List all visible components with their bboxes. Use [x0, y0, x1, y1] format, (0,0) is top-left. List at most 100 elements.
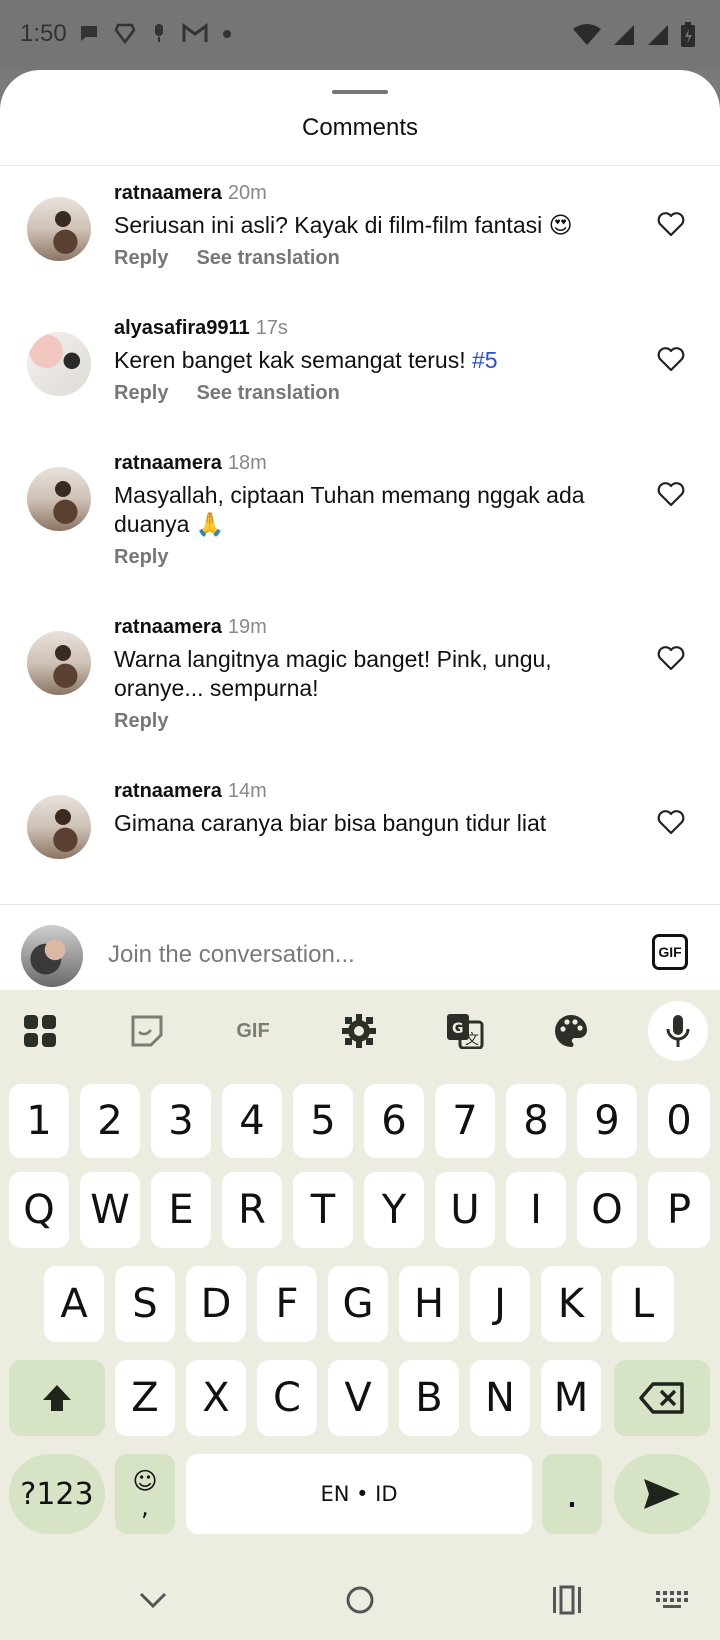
comment-actions: Reply [114, 710, 168, 733]
like-heart-icon[interactable] [656, 479, 686, 509]
shift-arrow-icon [43, 1385, 71, 1411]
key-x[interactable]: X [186, 1360, 246, 1436]
key-h[interactable]: H [399, 1266, 459, 1342]
key-b[interactable]: B [399, 1360, 459, 1436]
like-heart-icon[interactable] [656, 344, 686, 374]
key-f[interactable]: F [257, 1266, 317, 1342]
drag-handle[interactable] [332, 90, 388, 94]
key-g[interactable]: G [328, 1266, 388, 1342]
chat-bubble-icon [78, 22, 100, 50]
key-d[interactable]: D [186, 1266, 246, 1342]
avatar[interactable] [27, 795, 91, 859]
send-key[interactable] [614, 1454, 710, 1534]
key-a[interactable]: A [44, 1266, 104, 1342]
like-heart-icon[interactable] [656, 643, 686, 673]
shift-key[interactable] [9, 1360, 105, 1436]
username-text[interactable]: ratnaamera [114, 452, 222, 474]
gif-keyboard-button[interactable]: GIF [226, 1004, 280, 1058]
mic-icon[interactable] [648, 1001, 708, 1061]
wifi-icon [572, 23, 602, 52]
key-z[interactable]: Z [115, 1360, 175, 1436]
svg-text:G: G [452, 1021, 464, 1037]
comments-list[interactable]: ratnaamera 20m Seriusan ini asli? Kayak d… [0, 166, 720, 904]
comment-username[interactable]: alyasafira9911 17s [114, 317, 288, 340]
avatar[interactable] [27, 197, 91, 261]
key-j[interactable]: J [470, 1266, 530, 1342]
key-m[interactable]: M [541, 1360, 601, 1436]
key-5[interactable]: 5 [293, 1084, 353, 1158]
key-2[interactable]: 2 [80, 1084, 140, 1158]
key-c[interactable]: C [257, 1360, 317, 1436]
reply-button[interactable]: Reply [114, 546, 168, 569]
see-translation-button[interactable]: See translation [196, 382, 339, 405]
reply-button[interactable]: Reply [114, 382, 168, 405]
home-circle-icon[interactable] [340, 1580, 380, 1620]
key-n[interactable]: N [470, 1360, 530, 1436]
comment-text: Masyallah, ciptaan Tuhan memang nggak ad… [114, 482, 585, 537]
key-e[interactable]: E [151, 1172, 211, 1248]
comment-username[interactable]: ratnaamera 14m [114, 780, 267, 803]
comment-username[interactable]: ratnaamera 19m [114, 616, 267, 639]
reply-button[interactable]: Reply [114, 247, 168, 270]
key-9[interactable]: 9 [577, 1084, 637, 1158]
period-key[interactable]: . [542, 1454, 602, 1534]
like-heart-icon[interactable] [656, 807, 686, 837]
signal-icon [646, 23, 670, 52]
key-o[interactable]: O [577, 1172, 637, 1248]
recents-icon[interactable] [547, 1580, 587, 1620]
see-translation-button[interactable]: See translation [196, 247, 339, 270]
key-3[interactable]: 3 [151, 1084, 211, 1158]
theme-palette-icon[interactable] [544, 1004, 598, 1058]
username-text[interactable]: alyasafira9911 [114, 317, 250, 339]
avatar[interactable] [27, 467, 91, 531]
emoji-comma-key[interactable]: ☺ , [115, 1454, 175, 1534]
signal-icon [612, 23, 636, 52]
translate-icon[interactable]: G文 [438, 1004, 492, 1058]
key-i[interactable]: I [506, 1172, 566, 1248]
hashtag-link[interactable]: #5 [472, 347, 498, 373]
key-0[interactable]: 0 [648, 1084, 710, 1158]
key-k[interactable]: K [541, 1266, 601, 1342]
key-y[interactable]: Y [364, 1172, 424, 1248]
avatar[interactable] [27, 631, 91, 695]
backspace-key[interactable] [614, 1360, 710, 1436]
key-v[interactable]: V [328, 1360, 388, 1436]
key-t[interactable]: T [293, 1172, 353, 1248]
comment-text: Keren banget kak semangat terus! #5 [114, 346, 634, 375]
key-l[interactable]: L [612, 1266, 674, 1342]
symbols-key[interactable]: ?123 [9, 1454, 105, 1534]
key-1[interactable]: 1 [9, 1084, 69, 1158]
backspace-icon [639, 1382, 684, 1414]
avatar[interactable] [27, 332, 91, 396]
comment-input[interactable] [108, 938, 588, 972]
gif-button[interactable]: GIF [652, 934, 688, 970]
space-key[interactable]: EN • ID [186, 1454, 532, 1534]
settings-gear-icon[interactable] [332, 1004, 386, 1058]
comment-input-row: GIF [0, 916, 720, 990]
username-text[interactable]: ratnaamera [114, 616, 222, 638]
key-s[interactable]: S [115, 1266, 175, 1342]
key-8[interactable]: 8 [506, 1084, 566, 1158]
key-4[interactable]: 4 [222, 1084, 282, 1158]
apps-grid-icon[interactable] [13, 1004, 67, 1058]
key-p[interactable]: P [648, 1172, 710, 1248]
username-text[interactable]: ratnaamera [114, 780, 222, 802]
key-w[interactable]: W [80, 1172, 140, 1248]
comments-sheet: Comments ratnaamera 20m Seriusan ini asli… [0, 70, 720, 990]
key-6[interactable]: 6 [364, 1084, 424, 1158]
key-q[interactable]: Q [9, 1172, 69, 1248]
gmail-icon [182, 22, 208, 50]
key-u[interactable]: U [435, 1172, 495, 1248]
like-heart-icon[interactable] [656, 209, 686, 239]
key-r[interactable]: R [222, 1172, 282, 1248]
divider [0, 904, 720, 905]
hide-keyboard-chevron-icon[interactable] [133, 1580, 173, 1620]
comment-actions: Reply [114, 546, 168, 569]
key-7[interactable]: 7 [435, 1084, 495, 1158]
comment-username[interactable]: ratnaamera 18m [114, 452, 267, 475]
sticker-icon[interactable] [120, 1004, 174, 1058]
keyboard-switch-icon[interactable] [652, 1580, 692, 1620]
username-text[interactable]: ratnaamera [114, 182, 222, 204]
comment-username[interactable]: ratnaamera 20m [114, 182, 267, 205]
reply-button[interactable]: Reply [114, 710, 168, 733]
